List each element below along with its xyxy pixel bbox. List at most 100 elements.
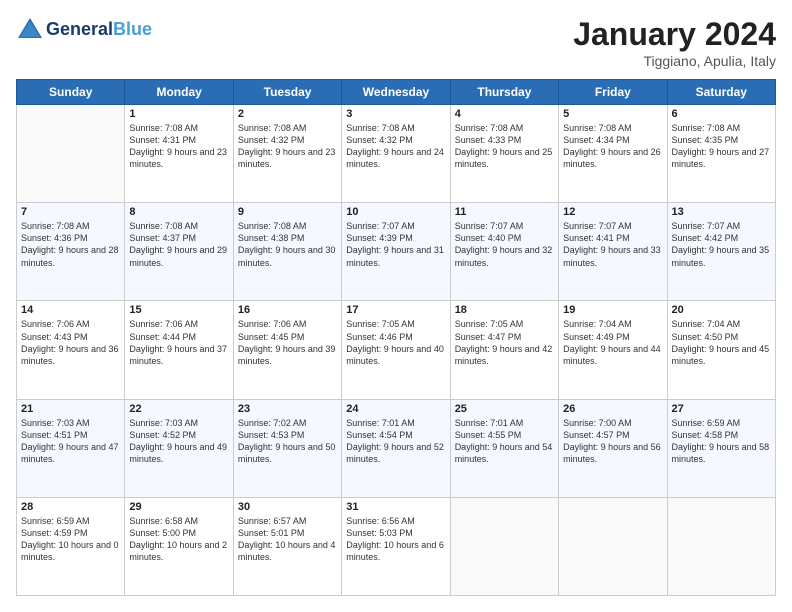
day-cell: 1 Sunrise: 7:08 AM Sunset: 4:31 PM Dayli… xyxy=(125,105,233,203)
day-number: 28 xyxy=(21,501,120,513)
day-cell: 9 Sunrise: 7:08 AM Sunset: 4:38 PM Dayli… xyxy=(233,203,341,301)
weekday-header-friday: Friday xyxy=(559,80,667,105)
day-number: 26 xyxy=(563,403,662,415)
header: GeneralBlue January 2024 Tiggiano, Apuli… xyxy=(16,16,776,69)
day-number: 21 xyxy=(21,403,120,415)
week-row-5: 28 Sunrise: 6:59 AM Sunset: 4:59 PM Dayl… xyxy=(17,497,776,595)
weekday-header-thursday: Thursday xyxy=(450,80,558,105)
day-number: 6 xyxy=(672,108,771,120)
day-cell: 31 Sunrise: 6:56 AM Sunset: 5:03 PM Dayl… xyxy=(342,497,450,595)
logo-icon xyxy=(16,16,44,44)
day-info: Sunrise: 7:08 AM Sunset: 4:34 PM Dayligh… xyxy=(563,122,662,171)
day-number: 5 xyxy=(563,108,662,120)
day-cell: 10 Sunrise: 7:07 AM Sunset: 4:39 PM Dayl… xyxy=(342,203,450,301)
day-number: 14 xyxy=(21,304,120,316)
day-number: 11 xyxy=(455,206,554,218)
day-cell: 16 Sunrise: 7:06 AM Sunset: 4:45 PM Dayl… xyxy=(233,301,341,399)
week-row-2: 7 Sunrise: 7:08 AM Sunset: 4:36 PM Dayli… xyxy=(17,203,776,301)
day-cell: 20 Sunrise: 7:04 AM Sunset: 4:50 PM Dayl… xyxy=(667,301,775,399)
day-info: Sunrise: 7:01 AM Sunset: 4:54 PM Dayligh… xyxy=(346,417,445,466)
day-number: 18 xyxy=(455,304,554,316)
day-cell: 21 Sunrise: 7:03 AM Sunset: 4:51 PM Dayl… xyxy=(17,399,125,497)
day-cell xyxy=(450,497,558,595)
day-info: Sunrise: 7:07 AM Sunset: 4:42 PM Dayligh… xyxy=(672,220,771,269)
day-cell: 24 Sunrise: 7:01 AM Sunset: 4:54 PM Dayl… xyxy=(342,399,450,497)
weekday-header-tuesday: Tuesday xyxy=(233,80,341,105)
day-info: Sunrise: 7:03 AM Sunset: 4:51 PM Dayligh… xyxy=(21,417,120,466)
day-info: Sunrise: 7:08 AM Sunset: 4:33 PM Dayligh… xyxy=(455,122,554,171)
day-number: 22 xyxy=(129,403,228,415)
day-cell xyxy=(559,497,667,595)
day-info: Sunrise: 7:00 AM Sunset: 4:57 PM Dayligh… xyxy=(563,417,662,466)
day-number: 27 xyxy=(672,403,771,415)
day-cell xyxy=(667,497,775,595)
day-cell xyxy=(17,105,125,203)
day-info: Sunrise: 7:08 AM Sunset: 4:36 PM Dayligh… xyxy=(21,220,120,269)
day-cell: 3 Sunrise: 7:08 AM Sunset: 4:32 PM Dayli… xyxy=(342,105,450,203)
day-cell: 14 Sunrise: 7:06 AM Sunset: 4:43 PM Dayl… xyxy=(17,301,125,399)
day-number: 19 xyxy=(563,304,662,316)
day-info: Sunrise: 6:56 AM Sunset: 5:03 PM Dayligh… xyxy=(346,515,445,564)
weekday-header-monday: Monday xyxy=(125,80,233,105)
day-number: 25 xyxy=(455,403,554,415)
day-number: 7 xyxy=(21,206,120,218)
day-cell: 4 Sunrise: 7:08 AM Sunset: 4:33 PM Dayli… xyxy=(450,105,558,203)
day-cell: 6 Sunrise: 7:08 AM Sunset: 4:35 PM Dayli… xyxy=(667,105,775,203)
day-cell: 29 Sunrise: 6:58 AM Sunset: 5:00 PM Dayl… xyxy=(125,497,233,595)
day-number: 20 xyxy=(672,304,771,316)
week-row-3: 14 Sunrise: 7:06 AM Sunset: 4:43 PM Dayl… xyxy=(17,301,776,399)
day-cell: 2 Sunrise: 7:08 AM Sunset: 4:32 PM Dayli… xyxy=(233,105,341,203)
day-info: Sunrise: 7:08 AM Sunset: 4:32 PM Dayligh… xyxy=(238,122,337,171)
day-number: 8 xyxy=(129,206,228,218)
day-cell: 18 Sunrise: 7:05 AM Sunset: 4:47 PM Dayl… xyxy=(450,301,558,399)
day-info: Sunrise: 6:57 AM Sunset: 5:01 PM Dayligh… xyxy=(238,515,337,564)
weekday-header-row: SundayMondayTuesdayWednesdayThursdayFrid… xyxy=(17,80,776,105)
page: GeneralBlue January 2024 Tiggiano, Apuli… xyxy=(0,0,792,612)
day-number: 2 xyxy=(238,108,337,120)
day-number: 15 xyxy=(129,304,228,316)
day-number: 30 xyxy=(238,501,337,513)
day-number: 9 xyxy=(238,206,337,218)
day-number: 3 xyxy=(346,108,445,120)
day-info: Sunrise: 7:04 AM Sunset: 4:50 PM Dayligh… xyxy=(672,318,771,367)
day-cell: 26 Sunrise: 7:00 AM Sunset: 4:57 PM Dayl… xyxy=(559,399,667,497)
day-number: 13 xyxy=(672,206,771,218)
day-info: Sunrise: 7:08 AM Sunset: 4:35 PM Dayligh… xyxy=(672,122,771,171)
day-cell: 7 Sunrise: 7:08 AM Sunset: 4:36 PM Dayli… xyxy=(17,203,125,301)
day-cell: 13 Sunrise: 7:07 AM Sunset: 4:42 PM Dayl… xyxy=(667,203,775,301)
day-number: 10 xyxy=(346,206,445,218)
day-number: 1 xyxy=(129,108,228,120)
week-row-4: 21 Sunrise: 7:03 AM Sunset: 4:51 PM Dayl… xyxy=(17,399,776,497)
day-cell: 25 Sunrise: 7:01 AM Sunset: 4:55 PM Dayl… xyxy=(450,399,558,497)
day-cell: 28 Sunrise: 6:59 AM Sunset: 4:59 PM Dayl… xyxy=(17,497,125,595)
day-cell: 8 Sunrise: 7:08 AM Sunset: 4:37 PM Dayli… xyxy=(125,203,233,301)
day-cell: 30 Sunrise: 6:57 AM Sunset: 5:01 PM Dayl… xyxy=(233,497,341,595)
day-cell: 22 Sunrise: 7:03 AM Sunset: 4:52 PM Dayl… xyxy=(125,399,233,497)
day-number: 23 xyxy=(238,403,337,415)
calendar-table: SundayMondayTuesdayWednesdayThursdayFrid… xyxy=(16,79,776,596)
day-info: Sunrise: 6:58 AM Sunset: 5:00 PM Dayligh… xyxy=(129,515,228,564)
day-cell: 15 Sunrise: 7:06 AM Sunset: 4:44 PM Dayl… xyxy=(125,301,233,399)
day-info: Sunrise: 7:07 AM Sunset: 4:41 PM Dayligh… xyxy=(563,220,662,269)
day-number: 31 xyxy=(346,501,445,513)
day-number: 16 xyxy=(238,304,337,316)
day-info: Sunrise: 7:02 AM Sunset: 4:53 PM Dayligh… xyxy=(238,417,337,466)
day-info: Sunrise: 7:08 AM Sunset: 4:32 PM Dayligh… xyxy=(346,122,445,171)
logo: GeneralBlue xyxy=(16,16,152,44)
day-number: 4 xyxy=(455,108,554,120)
day-info: Sunrise: 7:05 AM Sunset: 4:47 PM Dayligh… xyxy=(455,318,554,367)
location: Tiggiano, Apulia, Italy xyxy=(573,53,776,69)
day-info: Sunrise: 7:03 AM Sunset: 4:52 PM Dayligh… xyxy=(129,417,228,466)
month-title: January 2024 xyxy=(573,16,776,53)
day-cell: 27 Sunrise: 6:59 AM Sunset: 4:58 PM Dayl… xyxy=(667,399,775,497)
day-cell: 5 Sunrise: 7:08 AM Sunset: 4:34 PM Dayli… xyxy=(559,105,667,203)
day-info: Sunrise: 7:01 AM Sunset: 4:55 PM Dayligh… xyxy=(455,417,554,466)
day-info: Sunrise: 7:06 AM Sunset: 4:45 PM Dayligh… xyxy=(238,318,337,367)
day-info: Sunrise: 7:04 AM Sunset: 4:49 PM Dayligh… xyxy=(563,318,662,367)
day-info: Sunrise: 7:06 AM Sunset: 4:44 PM Dayligh… xyxy=(129,318,228,367)
day-info: Sunrise: 7:08 AM Sunset: 4:31 PM Dayligh… xyxy=(129,122,228,171)
title-block: January 2024 Tiggiano, Apulia, Italy xyxy=(573,16,776,69)
day-number: 12 xyxy=(563,206,662,218)
day-cell: 12 Sunrise: 7:07 AM Sunset: 4:41 PM Dayl… xyxy=(559,203,667,301)
day-cell: 17 Sunrise: 7:05 AM Sunset: 4:46 PM Dayl… xyxy=(342,301,450,399)
